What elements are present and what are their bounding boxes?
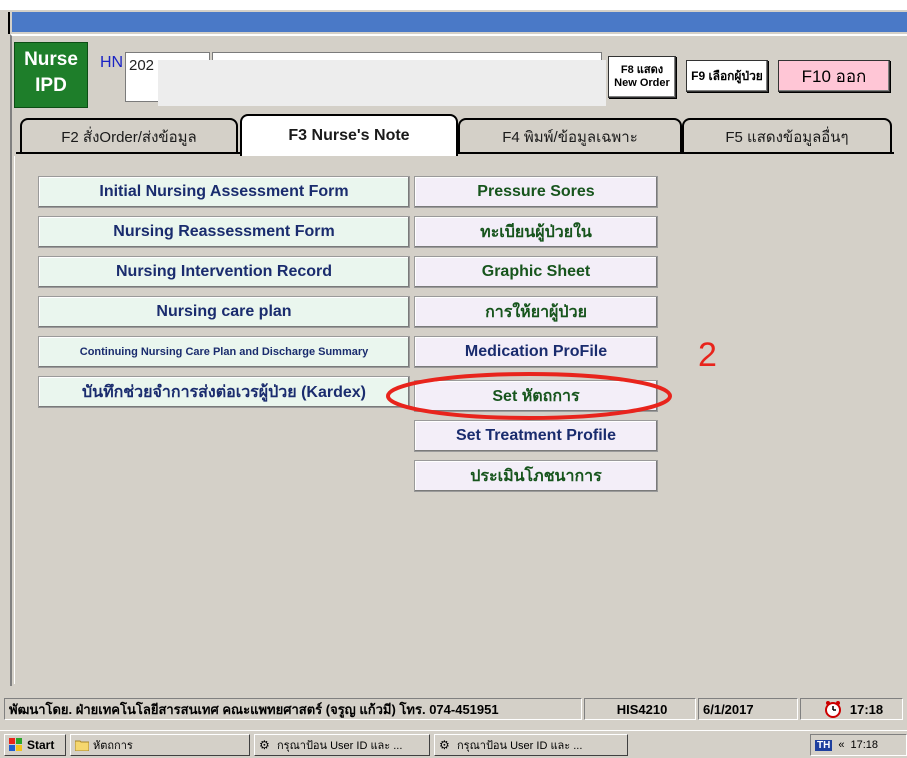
graphic-sheet-button[interactable]: Graphic Sheet [414,256,658,288]
language-indicator[interactable]: TH [815,739,833,751]
tab-f5-other-info[interactable]: F5 แสดงข้อมูลอื่นๆ [682,118,892,154]
window-edge-marker [8,12,10,34]
tray-expand-icon[interactable]: « [838,739,844,751]
f9-select-patient-button[interactable]: F9 เลือกผู้ป่วย [686,60,768,92]
start-button[interactable]: Start [4,734,66,756]
inpatient-registry-button[interactable]: ทะเบียนผู้ป่วยใน [414,216,658,248]
annotation-step-number: 2 [698,336,717,374]
medication-administration-button[interactable]: การให้ยาผู้ป่วย [414,296,658,328]
top-strip [0,0,907,10]
hn-label: HN [100,54,124,71]
annotation-highlight-ellipse [386,372,672,420]
app-icon: ⚙ [439,738,450,752]
tab-f2-order[interactable]: F2 สั่งOrder/ส่งข้อมูล [20,118,238,154]
f10-exit-button[interactable]: F10 ออก [778,60,890,92]
taskbar-item-label: กรุณาป้อน User ID และ ... [457,740,583,752]
app-badge-line1: Nurse [24,49,78,70]
status-time: 17:18 [849,701,884,717]
redacted-area [158,60,606,106]
nursing-intervention-button[interactable]: Nursing Intervention Record [38,256,410,288]
system-tray: TH « 17:18 [810,734,907,756]
initial-nursing-assessment-button[interactable]: Initial Nursing Assessment Form [38,176,410,208]
taskbar-item-login-1[interactable]: ⚙ กรุณาป้อน User ID และ ... [254,734,430,756]
status-clock: 17:18 [800,698,903,720]
status-date: 6/1/2017 [698,698,798,720]
app-badge: Nurse IPD [14,42,88,108]
taskbar-item-label: หัตถการ [93,740,133,752]
pressure-sores-button[interactable]: Pressure Sores [414,176,658,208]
windows-logo-icon [9,738,22,751]
f8-new-order-button[interactable]: F8 แสดง New Order [608,56,676,98]
f8-label-line2: New Order [614,77,670,89]
taskbar-item-folder[interactable]: หัตถการ [70,734,250,756]
tab-f4-print[interactable]: F4 พิมพ์/ข้อมูลเฉพาะ [458,118,682,154]
app-badge-line2: IPD [35,75,67,96]
status-system-code: HIS4210 [584,698,696,720]
set-treatment-profile-button[interactable]: Set Treatment Profile [414,420,658,452]
app-icon: ⚙ [259,738,270,752]
taskbar-item-login-2[interactable]: ⚙ กรุณาป้อน User ID และ ... [434,734,628,756]
start-label: Start [27,738,55,752]
status-developer: พัฒนาโดย. ฝ่ายเทคโนโลยีสารสนเทศ คณะแพทยศ… [4,698,582,720]
medication-profile-button[interactable]: Medication ProFile [414,336,658,368]
alarm-clock-icon [824,701,841,718]
tab-f3-nurses-note[interactable]: F3 Nurse's Note [240,114,458,156]
f8-label-line1: F8 แสดง [620,64,664,76]
tray-clock: 17:18 [850,739,878,751]
nursing-reassessment-button[interactable]: Nursing Reassessment Form [38,216,410,248]
title-bar [12,12,907,32]
folder-icon [75,740,89,751]
nutrition-assessment-button[interactable]: ประเมินโภชนาการ [414,460,658,492]
taskbar-item-label: กรุณาป้อน User ID และ ... [277,740,403,752]
kardex-button[interactable]: บันทึกช่วยจำการส่งต่อเวรผู้ป่วย (Kardex) [38,376,410,408]
continuing-care-plan-button[interactable]: Continuing Nursing Care Plan and Dischar… [38,336,410,368]
nursing-care-plan-button[interactable]: Nursing care plan [38,296,410,328]
